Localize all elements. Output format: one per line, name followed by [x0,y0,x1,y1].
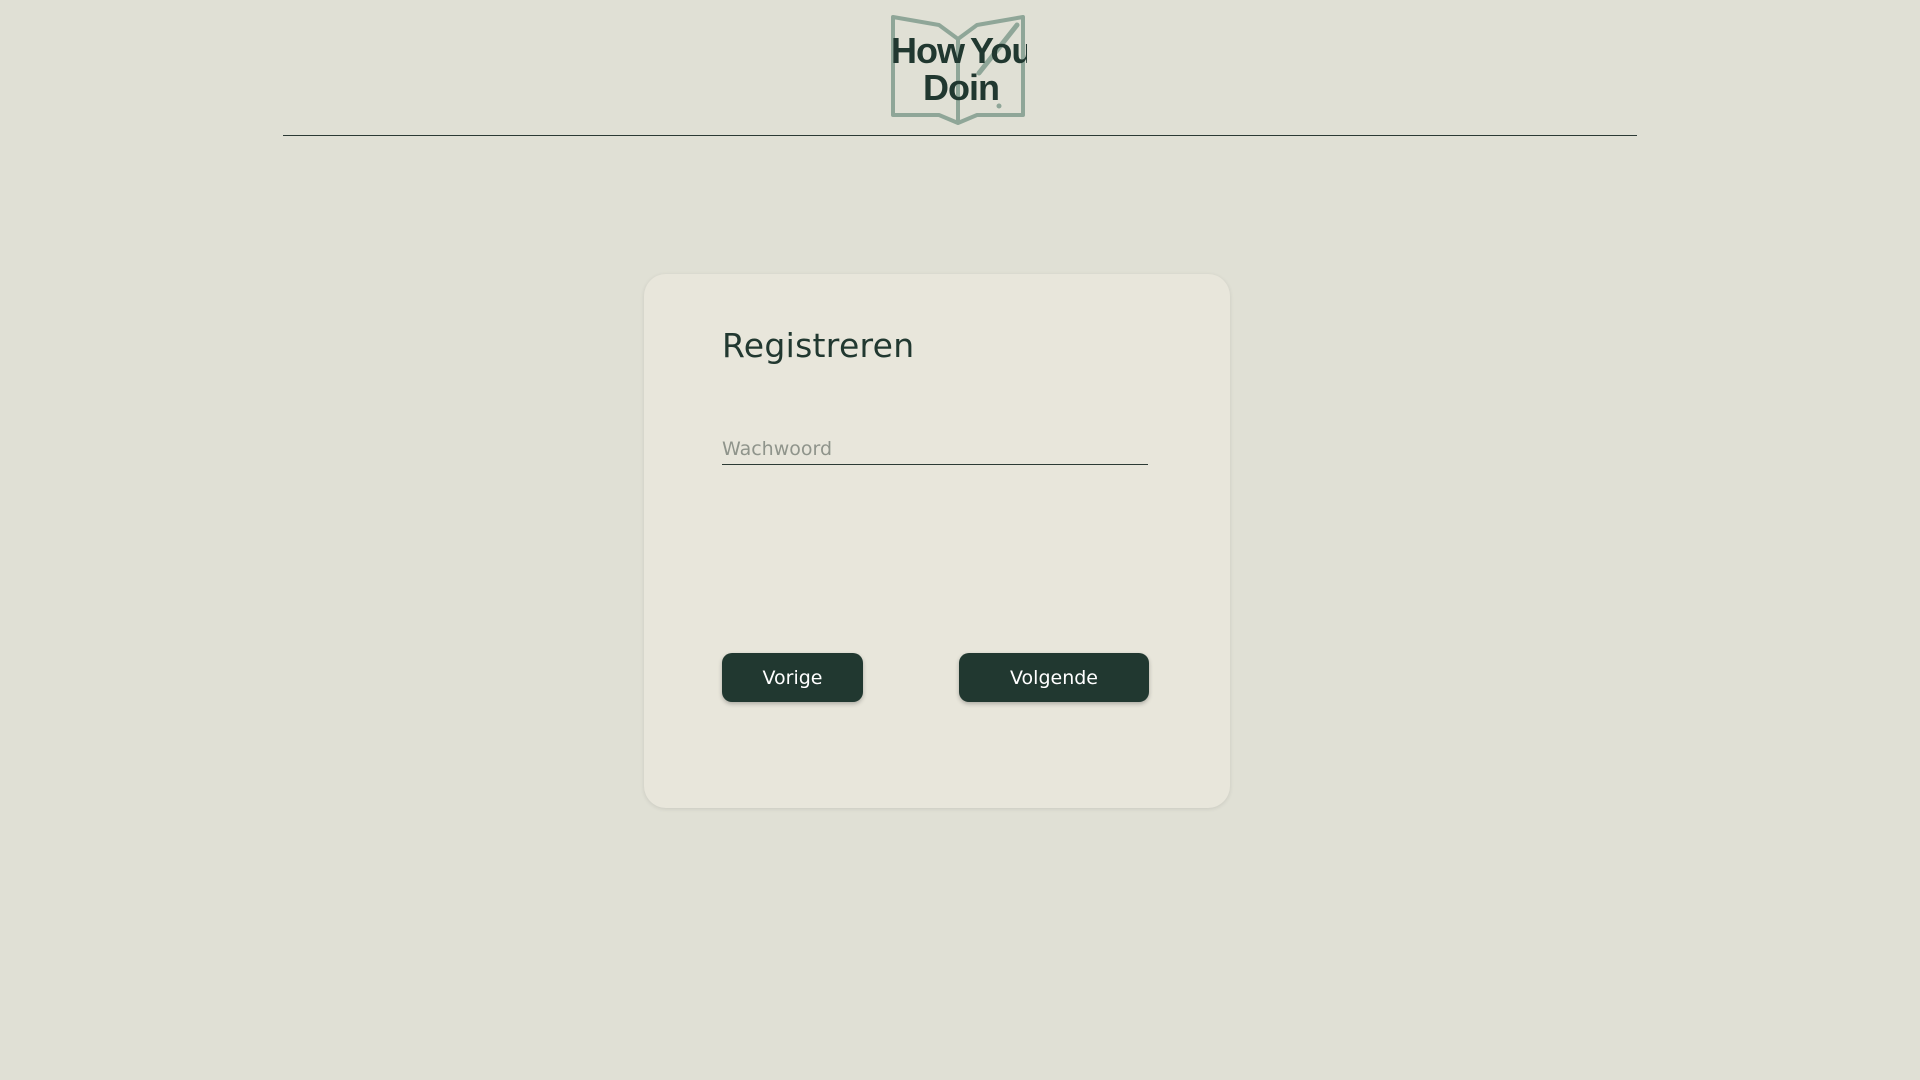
register-card: Registreren Vorige Volgende [644,274,1230,808]
how-you-doin-logo[interactable]: How You Doin [889,13,1027,125]
page-title: Registreren [722,326,915,365]
logo-text-how: How [891,30,966,71]
site-header: How You Doin [283,0,1637,136]
next-button[interactable]: Volgende [959,653,1149,702]
previous-button[interactable]: Vorige [722,653,863,702]
logo-text-you: You [970,30,1027,71]
page: How You Doin Registreren Vorige Volgende [0,0,1920,1080]
password-input[interactable] [722,434,1148,464]
password-field [722,434,1148,465]
logo-text-doin: Doin [923,67,999,108]
